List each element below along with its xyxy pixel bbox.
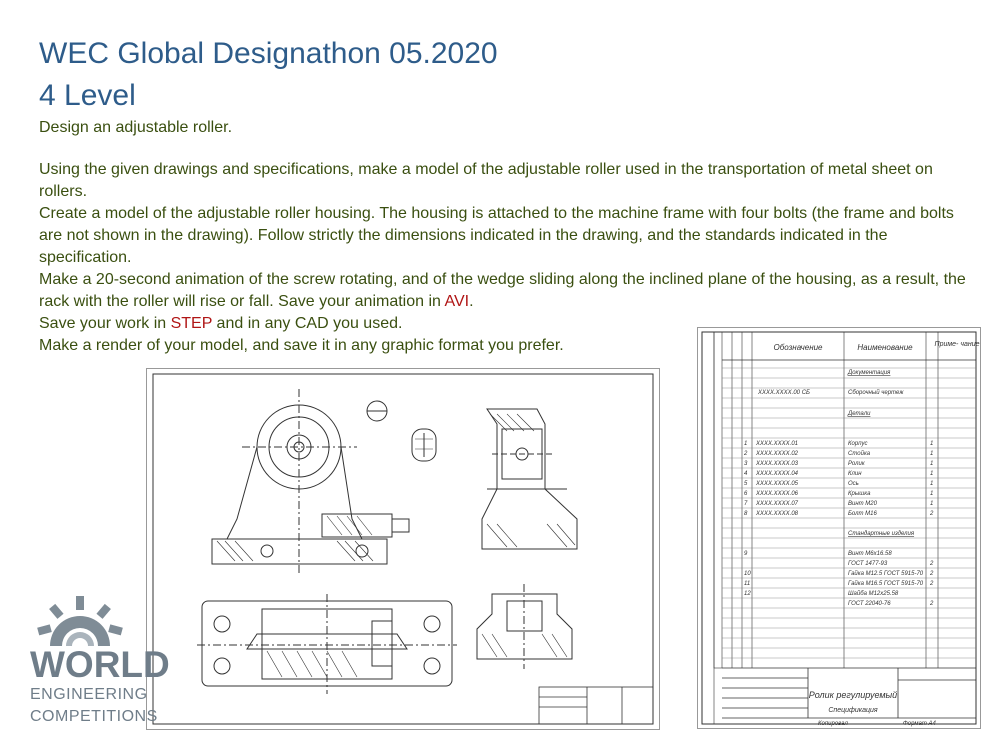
spec-header-note: Приме- чание — [935, 341, 980, 348]
spec-part-name: Ось — [848, 481, 859, 487]
spec-part-qty: 1 — [930, 491, 933, 497]
spec-part-name: Корпус — [848, 441, 868, 447]
spec-header-name: Наименование — [857, 343, 913, 352]
spec-std-name: ГОСТ 22040-76 — [848, 601, 891, 607]
task-paragraph-2: Create a model of the adjustable roller … — [39, 205, 954, 266]
spec-header-designation: Обозначение — [773, 343, 823, 352]
spec-section-docs: Документация — [847, 370, 891, 376]
p4-end: and in any CAD you used. — [212, 315, 403, 332]
spec-std-pos: 10 — [744, 571, 751, 577]
spec-std-name: ГОСТ 1477-93 — [848, 561, 888, 567]
spec-part-pos: 5 — [744, 481, 748, 487]
spec-std-qty: 2 — [929, 561, 934, 567]
spec-part-code: XXXX.XXXX.08 — [755, 511, 799, 517]
spec-assembly-name: Сборочный чертеж — [848, 389, 904, 396]
task-paragraph-1: Using the given drawings and specificati… — [39, 161, 933, 200]
spec-part-name: Стойка — [848, 450, 871, 457]
spec-part-code: XXXX.XXXX.05 — [755, 481, 799, 487]
spec-part-name: Ролик — [848, 461, 866, 467]
spec-part-code: XXXX.XXXX.04 — [755, 471, 799, 477]
spec-part-pos: 4 — [744, 471, 748, 477]
spec-std-pos: 9 — [744, 551, 748, 557]
spec-part-qty: 1 — [930, 481, 933, 487]
logo-word-world: WORLD — [30, 644, 170, 685]
spec-part-pos: 2 — [743, 451, 748, 457]
p4-text: Save your work in — [39, 315, 171, 332]
spec-std-qty: 2 — [929, 581, 934, 587]
spec-footer-right: Формат А4 — [903, 721, 936, 727]
spec-std-pos: 11 — [744, 581, 750, 587]
spec-std-qty: 2 — [929, 601, 934, 607]
spec-part-code: XXXX.XXXX.06 — [755, 491, 799, 497]
page-title: WEC Global Designathon 05.2020 — [39, 37, 498, 70]
spec-footer-left: Копировал — [818, 721, 848, 727]
spec-part-code: XXXX.XXXX.07 — [755, 501, 799, 507]
spec-std-name: Гайка М16.5 ГОСТ 5915-70 — [848, 580, 924, 587]
world-engineering-competitions-logo: WORLD ENGINEERING COMPETITIONS — [30, 590, 170, 730]
task-description: Design an adjustable roller. Using the g… — [39, 117, 969, 357]
spec-part-qty: 1 — [930, 471, 933, 477]
spec-part-pos: 3 — [744, 461, 748, 467]
spec-part-code: XXXX.XXXX.01 — [755, 441, 798, 447]
spec-assembly-code: XXXX.XXXX.00 СБ — [757, 390, 810, 396]
step-format: STEP — [170, 315, 213, 332]
spec-part-code: XXXX.XXXX.02 — [755, 451, 799, 457]
spec-part-pos: 6 — [744, 491, 748, 497]
spec-part-pos: 7 — [744, 501, 748, 507]
logo-word-competitions: COMPETITIONS — [30, 708, 158, 725]
p3-end: . — [469, 293, 474, 310]
task-intro: Design an adjustable roller. — [39, 119, 233, 136]
level-heading: 4 Level — [39, 79, 136, 112]
specification-table: Обозначение Наименование Приме- чание До… — [701, 331, 980, 727]
spec-part-pos: 1 — [744, 441, 747, 447]
assembly-drawing-image — [152, 373, 654, 725]
spec-std-qty: 2 — [929, 571, 934, 577]
spec-part-name: Винт М20 — [848, 501, 878, 507]
spec-std-name: Гайка М12.5 ГОСТ 5915-70 — [848, 570, 924, 577]
spec-part-qty: 1 — [930, 501, 933, 507]
spec-part-qty: 2 — [929, 511, 934, 517]
spec-part-name: Болт М16 — [848, 511, 877, 517]
spec-std-name: Винт М6х16.58 — [848, 551, 892, 557]
spec-part-qty: 1 — [930, 451, 933, 457]
spec-title-main: Ролик регулируемый — [809, 690, 897, 700]
spec-part-name: Крышка — [848, 491, 871, 497]
spec-section-parts: Детали — [847, 411, 871, 417]
spec-std-pos: 12 — [744, 591, 751, 597]
avi-format: AVI — [444, 293, 470, 310]
spec-part-qty: 1 — [930, 441, 933, 447]
spec-part-code: XXXX.XXXX.03 — [755, 461, 799, 467]
spec-title-sub: Спецификация — [828, 707, 878, 714]
spec-part-qty: 1 — [930, 461, 933, 467]
gear-icon — [37, 596, 123, 646]
specification-sheet: Обозначение Наименование Приме- чание До… — [697, 327, 981, 729]
assembly-drawing — [146, 368, 660, 730]
spec-part-name: Клин — [848, 471, 862, 477]
spec-section-standard: Стандартные изделия — [848, 531, 915, 537]
spec-std-name: Шайба М12х25.58 — [848, 590, 899, 597]
logo-word-engineering: ENGINEERING — [30, 686, 148, 703]
p3-text: Make a 20-second animation of the screw … — [39, 271, 966, 310]
spec-part-pos: 8 — [744, 511, 748, 517]
task-paragraph-3: Make a 20-second animation of the screw … — [39, 269, 969, 313]
